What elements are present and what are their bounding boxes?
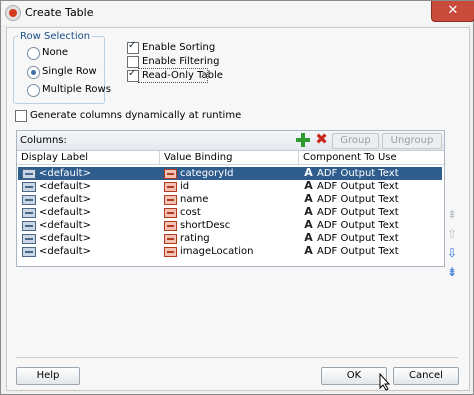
value-binding-cell[interactable]: shortDesc (180, 219, 230, 232)
component-cell[interactable]: ADF Output Text (317, 219, 399, 232)
binding-icon (164, 169, 177, 179)
component-cell[interactable]: ADF Output Text (317, 167, 399, 180)
component-cell[interactable]: ADF Output Text (317, 193, 399, 206)
close-button[interactable]: ✕ (431, 1, 474, 22)
value-binding-cell[interactable]: categoryId (180, 167, 234, 180)
value-binding-cell[interactable]: imageLocation (180, 245, 253, 258)
arrow-up-icon[interactable]: ⇧ (445, 226, 459, 242)
display-label-cell[interactable]: <default> (39, 193, 91, 206)
output-text-icon (22, 182, 36, 192)
table-row[interactable]: <default> categoryId A ADF Output Text (18, 167, 442, 180)
binding-icon (164, 234, 177, 244)
display-label-cell[interactable]: <default> (39, 180, 91, 193)
ok-button[interactable]: OK (321, 367, 387, 385)
output-text-icon (22, 169, 36, 179)
component-cell[interactable]: ADF Output Text (317, 232, 399, 245)
adf-component-icon: A (304, 166, 313, 179)
value-binding-cell[interactable]: name (180, 193, 208, 206)
columns-table: Columns: ✖ Group Ungroup Display Label V… (16, 130, 445, 267)
adf-component-icon: A (304, 244, 313, 257)
group-button[interactable]: Group (332, 133, 379, 149)
read-only-table-label: Read-Only Table (142, 70, 223, 81)
columns-title: Columns: (20, 135, 67, 146)
display-label-cell[interactable]: <default> (39, 232, 91, 245)
header-display-label[interactable]: Display Label (17, 151, 160, 165)
header-value-binding[interactable]: Value Binding (160, 151, 299, 165)
create-table-dialog: Create Table ✕ Row Selection None Single… (0, 0, 474, 395)
header-component-to-use[interactable]: Component To Use (299, 151, 444, 165)
divider (16, 357, 458, 358)
output-text-icon (22, 208, 36, 218)
ungroup-button[interactable]: Ungroup (382, 133, 442, 149)
output-text-icon (22, 195, 36, 205)
display-label-cell[interactable]: <default> (39, 206, 91, 219)
plus-icon[interactable] (296, 133, 310, 147)
radio-none[interactable] (27, 47, 40, 60)
table-row[interactable]: <default> shortDesc A ADF Output Text (18, 219, 442, 232)
adf-component-icon: A (304, 205, 313, 218)
table-row[interactable]: <default> name A ADF Output Text (18, 193, 442, 206)
table-row[interactable]: <default> rating A ADF Output Text (18, 232, 442, 245)
display-label-cell[interactable]: <default> (39, 219, 91, 232)
adf-component-icon: A (304, 218, 313, 231)
binding-icon (164, 247, 177, 257)
value-binding-cell[interactable]: id (180, 180, 189, 193)
binding-icon (164, 208, 177, 218)
enable-filtering-label: Enable Filtering (142, 56, 220, 67)
radio-none-label: None (42, 47, 69, 58)
window-title: Create Table (25, 6, 94, 19)
radio-multiple-rows-label: Multiple Rows (42, 84, 111, 95)
value-binding-cell[interactable]: cost (180, 206, 201, 219)
output-text-icon (22, 221, 36, 231)
output-text-icon (22, 234, 36, 244)
output-text-icon (22, 247, 36, 257)
arrow-top-icon[interactable]: ⇞ (445, 207, 459, 223)
table-row[interactable]: <default> id A ADF Output Text (18, 180, 442, 193)
x-icon[interactable]: ✖ (314, 132, 329, 147)
cancel-button[interactable]: Cancel (393, 367, 459, 385)
app-logo-icon (5, 5, 21, 21)
enable-sorting-checkbox[interactable] (127, 40, 139, 54)
mouse-cursor-icon (379, 372, 391, 394)
generate-columns-checkbox[interactable] (15, 110, 27, 122)
component-cell[interactable]: ADF Output Text (317, 206, 399, 219)
component-cell[interactable]: ADF Output Text (317, 180, 399, 193)
columns-toolbar: Columns: ✖ Group Ungroup (17, 131, 444, 151)
help-button[interactable]: Help (16, 367, 80, 385)
radio-single-row[interactable] (27, 66, 40, 79)
arrow-down-icon[interactable]: ⇩ (445, 245, 459, 261)
binding-icon (164, 195, 177, 205)
display-label-cell[interactable]: <default> (39, 167, 91, 180)
component-cell[interactable]: ADF Output Text (317, 245, 399, 258)
radio-multiple-rows[interactable] (27, 84, 40, 97)
binding-icon (164, 221, 177, 231)
radio-single-row-label: Single Row (42, 66, 97, 77)
adf-component-icon: A (304, 179, 313, 192)
generate-columns-label: Generate columns dynamically at runtime (30, 110, 242, 121)
table-row[interactable]: <default> imageLocation A ADF Output Text (18, 245, 442, 258)
row-selection-legend: Row Selection (18, 31, 93, 42)
table-row[interactable]: <default> cost A ADF Output Text (18, 206, 442, 219)
arrow-bottom-icon[interactable]: ⇟ (445, 264, 459, 280)
enable-sorting-label: Enable Sorting (142, 42, 216, 53)
title-bar: Create Table ✕ (1, 1, 474, 25)
adf-component-icon: A (304, 192, 313, 205)
value-binding-cell[interactable]: rating (180, 232, 210, 245)
enable-filtering-checkbox[interactable] (127, 56, 139, 68)
adf-component-icon: A (304, 231, 313, 244)
binding-icon (164, 182, 177, 192)
display-label-cell[interactable]: <default> (39, 245, 91, 258)
